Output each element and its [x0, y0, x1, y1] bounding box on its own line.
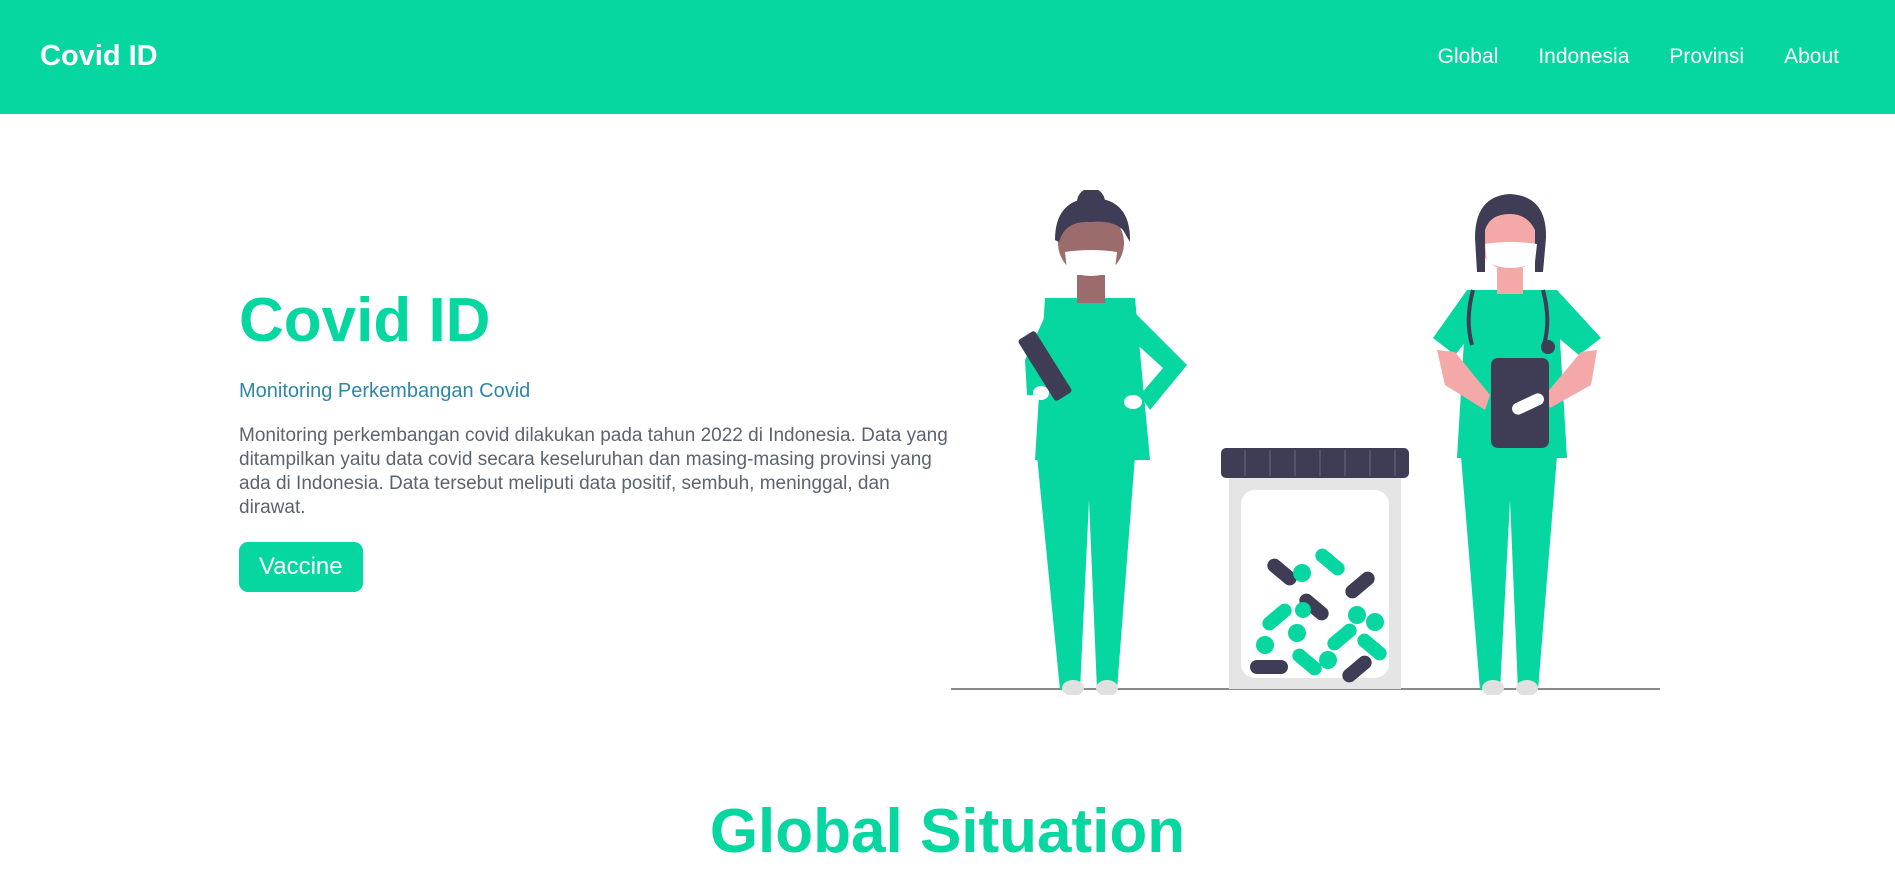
brand-logo[interactable]: Covid ID	[40, 37, 158, 75]
hero-subtitle: Monitoring Perkembangan Covid	[239, 380, 531, 402]
nav-links: Global Indonesia Provinsi About	[1438, 44, 1839, 70]
navbar: Covid ID Global Indonesia Provinsi About	[0, 0, 1895, 114]
hero-title: Covid ID	[239, 286, 491, 355]
medical-staff-illustration	[945, 188, 1665, 696]
vaccine-button[interactable]: Vaccine	[239, 542, 363, 592]
global-situation-title: Global Situation	[709, 797, 1186, 866]
nav-link-about[interactable]: About	[1784, 44, 1839, 70]
nav-link-indonesia[interactable]: Indonesia	[1538, 44, 1629, 70]
hero-description: Monitoring perkembangan covid dilakukan …	[239, 425, 948, 518]
nav-link-global[interactable]: Global	[1438, 44, 1499, 70]
nav-link-provinsi[interactable]: Provinsi	[1669, 44, 1744, 70]
hero-section: Covid ID Monitoring Perkembangan Covid M…	[239, 284, 959, 592]
